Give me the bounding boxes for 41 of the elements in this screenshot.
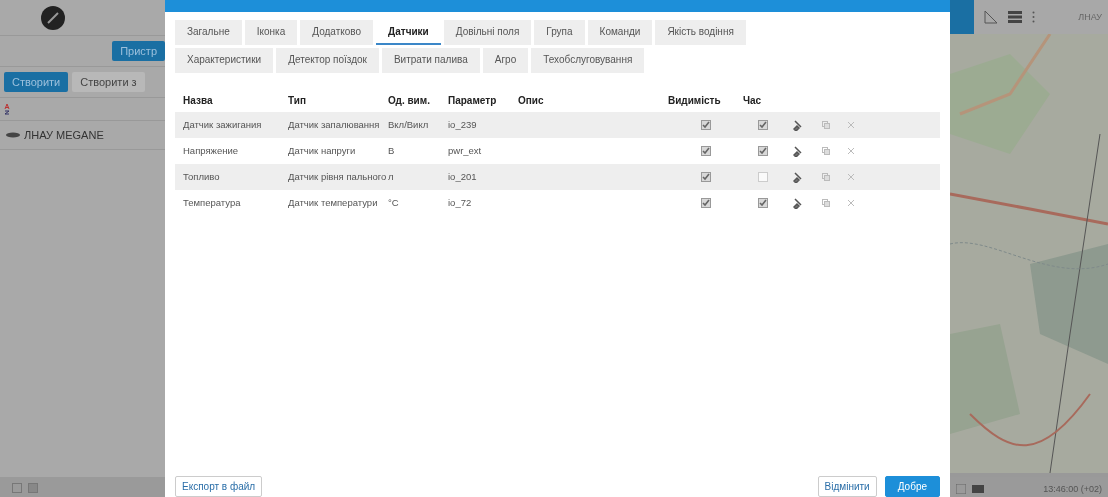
tab[interactable]: Загальне [175,20,242,45]
tab[interactable]: Додатково [300,20,374,45]
tab[interactable]: Витрати палива [381,48,480,73]
cancel-button[interactable]: Відмінити [817,476,877,497]
column-header: Параметр [448,94,498,106]
table-cell-text: В [388,145,396,157]
table-cell-text: Датчик температури [288,197,379,209]
column-header: Од. вим. [388,94,431,106]
table-cell-text: io_201 [448,171,478,183]
table-cell-text: io_239 [448,119,478,131]
tab[interactable]: Якість водіння [655,20,746,45]
table-cell-text: Вкл/Викл [388,119,430,131]
column-header: Опис [518,94,545,106]
table-cell-text: л [388,171,395,183]
tab[interactable]: Детектор поїздок [276,48,379,73]
tab[interactable]: Група [534,20,585,45]
column-header: Час [743,94,763,106]
tab[interactable]: Команди [587,20,653,45]
table-cell-text: Температура [183,197,242,209]
table-cell-text: Датчик зажигания [183,119,263,131]
table-cell-text: °C [388,197,400,209]
table-cell-text: Датчик напруги [288,145,357,157]
tab[interactable]: Іконка [244,20,298,45]
unit-name[interactable]: ЛНАУ MEGANE [24,129,104,141]
tab[interactable]: Агро [482,48,529,73]
table-cell-text: pwr_ext [448,145,483,157]
table-cell-text: Напряжение [183,145,240,157]
create-from-button[interactable]: Створити з [72,72,145,92]
export-button[interactable]: Експорт в файл [175,476,263,497]
column-header: Видимість [668,94,722,106]
table-cell-text: Датчик запалювання [288,119,381,131]
tab[interactable]: Довільні поля [443,20,532,45]
tab[interactable]: Характеристики [175,48,274,73]
column-header: Назва [183,94,214,106]
table-cell-text: io_72 [448,197,473,209]
table-cell-text: Топливо [183,171,221,183]
column-header: Тип [288,94,307,106]
table-cell: Датчик рівня пального [288,171,388,183]
tab[interactable]: Техобслуговування [531,48,645,73]
ok-button[interactable]: Добре [884,476,940,497]
clock-time: 13:46:00 (+02) [1043,484,1102,494]
